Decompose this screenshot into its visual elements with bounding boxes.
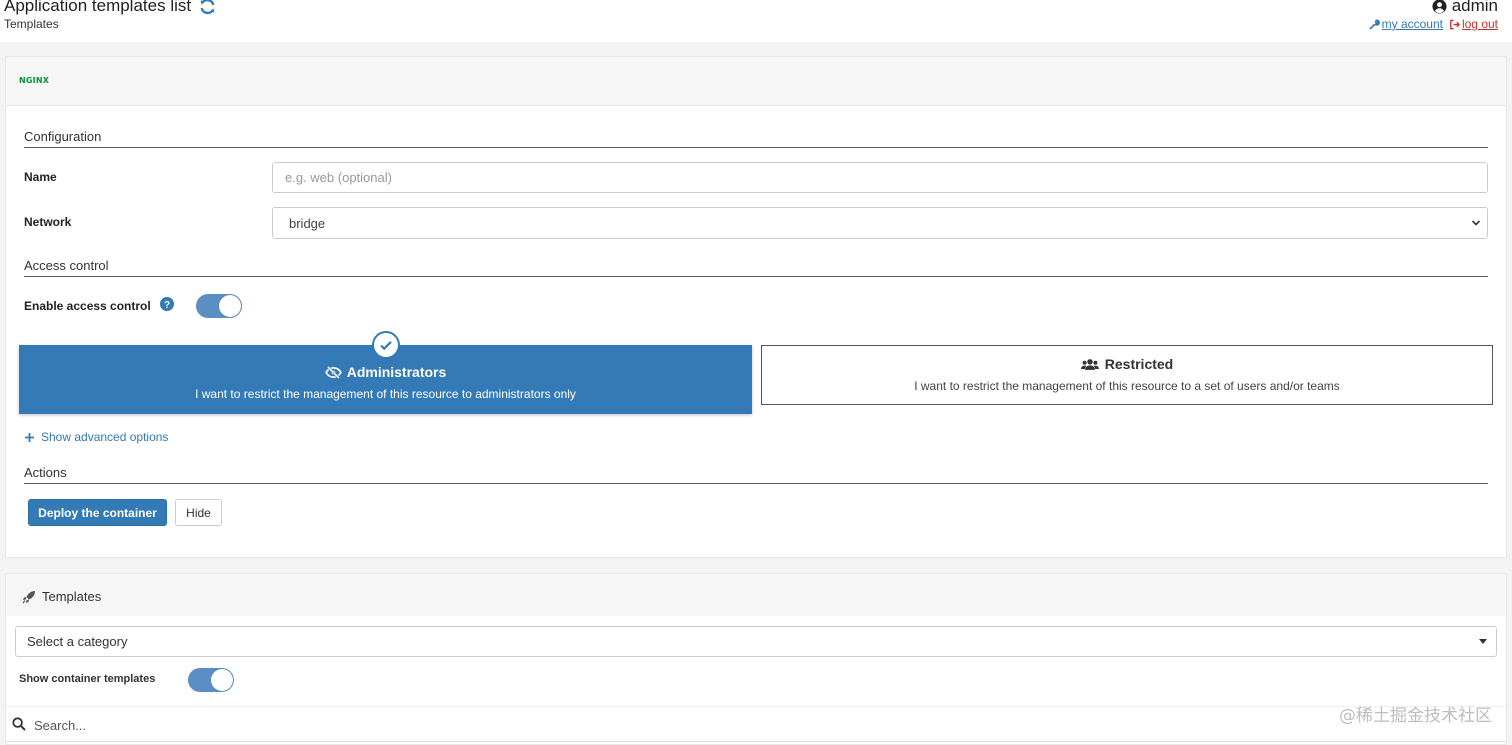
toggle-knob xyxy=(219,295,241,317)
access-control-divider xyxy=(24,276,1488,277)
search-bar xyxy=(6,706,1506,742)
configuration-title: Configuration xyxy=(24,129,102,144)
template-deploy-panel: NGINX Configuration Name Network bridge … xyxy=(5,56,1507,558)
my-account-label: my account xyxy=(1381,17,1443,31)
toggle-knob xyxy=(211,669,233,691)
access-control-toggle[interactable] xyxy=(196,294,242,318)
username: admin xyxy=(1451,0,1498,15)
administrators-option[interactable]: Administrators I want to restrict the ma… xyxy=(19,331,752,414)
category-select[interactable]: Select a category xyxy=(15,626,1497,657)
hide-button[interactable]: Hide xyxy=(175,499,222,526)
templates-panel-title-text: Templates xyxy=(42,589,102,604)
actions-divider xyxy=(24,483,1488,484)
watermark: @稀土掘金技术社区 xyxy=(1339,706,1492,726)
network-select[interactable]: bridge xyxy=(272,207,1488,239)
svg-text:?: ? xyxy=(164,300,170,311)
page-title: Application templates list xyxy=(4,0,216,16)
nginx-logo: NGINX xyxy=(19,76,50,85)
rocket-icon xyxy=(22,590,35,603)
templates-panel-header: Templates xyxy=(6,574,1506,616)
configuration-divider xyxy=(24,147,1488,148)
chevron-down-icon xyxy=(1471,220,1481,226)
page-title-text: Application templates list xyxy=(4,0,192,15)
refresh-icon[interactable] xyxy=(199,0,216,15)
caret-down-icon xyxy=(1479,639,1487,644)
user-circle-icon xyxy=(1432,0,1447,14)
category-select-placeholder: Select a category xyxy=(27,634,128,649)
user-links: my account log out xyxy=(1368,17,1498,31)
deploy-container-button[interactable]: Deploy the container xyxy=(28,499,167,526)
sign-out-icon xyxy=(1450,19,1460,29)
restricted-option[interactable]: Restricted I want to restrict the manage… xyxy=(761,345,1493,405)
show-advanced-options-label: Show advanced options xyxy=(41,430,169,444)
log-out-label: log out xyxy=(1461,17,1498,31)
search-input[interactable] xyxy=(34,713,1334,737)
network-label: Network xyxy=(24,215,72,229)
page-header: Application templates list Templates adm… xyxy=(0,0,1512,42)
restricted-option-title: Restricted xyxy=(762,356,1492,372)
user-info: admin xyxy=(1432,0,1498,16)
show-container-templates-label: Show container templates xyxy=(19,673,156,685)
question-circle-icon[interactable]: ? xyxy=(160,297,174,311)
my-account-link[interactable]: my account xyxy=(1368,17,1443,31)
enable-access-control-label: Enable access control xyxy=(24,299,151,313)
administrators-option-title: Administrators xyxy=(19,364,752,380)
templates-panel-title: Templates xyxy=(22,589,101,604)
eye-slash-icon xyxy=(324,365,342,379)
name-label: Name xyxy=(24,170,57,184)
restricted-title-text: Restricted xyxy=(1104,356,1174,372)
administrators-title-text: Administrators xyxy=(346,364,447,380)
access-control-title: Access control xyxy=(24,258,109,273)
restricted-option-description: I want to restrict the management of thi… xyxy=(914,379,1340,393)
breadcrumb: Templates xyxy=(4,17,59,31)
wrench-icon xyxy=(1368,19,1380,30)
log-out-link[interactable]: log out xyxy=(1449,17,1498,31)
plus-icon xyxy=(25,432,34,442)
search-icon xyxy=(12,717,26,731)
show-container-templates-toggle[interactable] xyxy=(188,668,234,692)
network-select-value: bridge xyxy=(289,216,326,231)
templates-panel: Templates Select a category Show contain… xyxy=(5,573,1507,745)
template-panel-header: NGINX xyxy=(6,57,1506,106)
administrators-option-description: I want to restrict the management of thi… xyxy=(195,387,576,401)
show-advanced-options-link[interactable]: Show advanced options xyxy=(24,430,168,444)
actions-title: Actions xyxy=(24,465,67,480)
users-icon xyxy=(1080,358,1099,370)
name-input[interactable] xyxy=(272,162,1488,193)
check-circle-icon xyxy=(372,331,400,359)
